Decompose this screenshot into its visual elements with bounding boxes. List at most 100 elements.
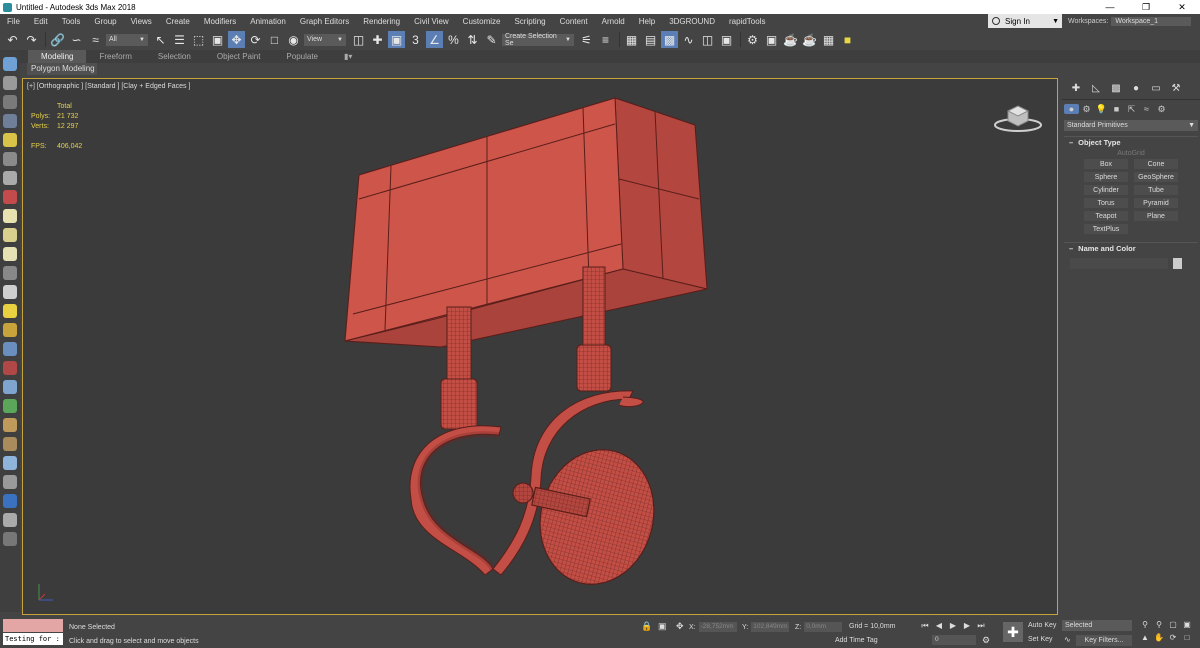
document-icon[interactable] xyxy=(3,513,17,527)
motion-tab-icon[interactable]: ● xyxy=(1126,83,1146,94)
keyboard-shortcut-override-icon[interactable]: ▣ xyxy=(388,31,405,48)
torus-button[interactable]: Torus xyxy=(1084,198,1128,208)
cone-button[interactable]: Cone xyxy=(1134,159,1178,169)
angle-snap-icon[interactable]: ∠ xyxy=(426,31,443,48)
isolate-selection-icon[interactable]: ▣ xyxy=(658,621,667,632)
name-and-color-rollout[interactable]: – Name and Color xyxy=(1064,242,1198,254)
display-tab-icon[interactable]: ▭ xyxy=(1146,83,1166,94)
zoom-icon[interactable]: ⚲ xyxy=(1138,620,1152,629)
paint-icon[interactable] xyxy=(3,361,17,375)
xref-icon[interactable] xyxy=(3,152,17,166)
plane-button[interactable]: Plane xyxy=(1134,211,1178,221)
autogrid-checkbox[interactable]: AutoGrid xyxy=(1062,150,1200,157)
menu-content[interactable]: Content xyxy=(553,14,595,29)
menu-views[interactable]: Views xyxy=(124,14,159,29)
tab-object-paint[interactable]: Object Paint xyxy=(204,50,274,63)
window-crossing-icon[interactable]: ▣ xyxy=(209,31,226,48)
schematic-view-icon[interactable]: ◫ xyxy=(699,31,716,48)
menu-edit[interactable]: Edit xyxy=(27,14,55,29)
dome-light-icon[interactable] xyxy=(3,228,17,242)
add-time-tag[interactable]: Add Time Tag xyxy=(835,637,878,644)
next-frame-icon[interactable]: ▶ xyxy=(960,621,974,631)
utilities-tab-icon[interactable]: ⚒ xyxy=(1166,83,1186,94)
menu-animation[interactable]: Animation xyxy=(243,14,293,29)
container-icon[interactable] xyxy=(3,114,17,128)
z-field[interactable]: 0,0mm xyxy=(804,622,843,632)
auto-key-button[interactable]: Auto Key xyxy=(1028,620,1056,631)
previous-frame-icon[interactable]: ◀ xyxy=(932,621,946,631)
unlink-icon[interactable]: ∽ xyxy=(68,31,85,48)
zoom-extents-icon[interactable]: ▢ xyxy=(1166,620,1180,629)
geometry-icon[interactable]: ● xyxy=(1064,104,1079,114)
hierarchy-tab-icon[interactable]: ▩ xyxy=(1106,83,1126,94)
menu-rendering[interactable]: Rendering xyxy=(356,14,407,29)
select-and-place-icon[interactable]: ◉ xyxy=(285,31,302,48)
key-filters-button[interactable]: Key Filters... xyxy=(1076,635,1132,646)
rectangular-selection-icon[interactable]: ⬚ xyxy=(190,31,207,48)
shape-icon[interactable] xyxy=(3,209,17,223)
menu-group[interactable]: Group xyxy=(87,14,123,29)
wrench-icon[interactable] xyxy=(3,418,17,432)
textplus-button[interactable]: TextPlus xyxy=(1084,224,1128,234)
scene-explorer-icon[interactable]: ▦ xyxy=(623,31,640,48)
mirror-icon[interactable]: ⚟ xyxy=(578,31,595,48)
layer-explorer-icon[interactable]: ▤ xyxy=(642,31,659,48)
maximize-viewport-icon[interactable]: □ xyxy=(1180,633,1194,642)
teapot-button[interactable]: Teapot xyxy=(1084,211,1128,221)
y-field[interactable]: 102,849mm xyxy=(751,622,790,632)
sphere-button[interactable]: Sphere xyxy=(1084,172,1128,182)
menu-arnold[interactable]: Arnold xyxy=(595,14,632,29)
tube-button[interactable]: Tube xyxy=(1134,185,1178,195)
geosphere-button[interactable]: GeoSphere xyxy=(1134,172,1178,182)
hair-icon[interactable] xyxy=(3,342,17,356)
render-cloud-icon[interactable]: ■ xyxy=(839,31,856,48)
set-key-button[interactable]: Set Key xyxy=(1028,634,1056,645)
render-iterative-icon[interactable]: ☕ xyxy=(801,31,818,48)
zoom-all-icon[interactable]: ⚲ xyxy=(1152,620,1166,629)
pivot-center-icon[interactable]: ◫ xyxy=(350,31,367,48)
menu-create[interactable]: Create xyxy=(159,14,197,29)
render-production-icon[interactable]: ☕ xyxy=(782,31,799,48)
tab-freeform[interactable]: Freeform xyxy=(86,50,144,63)
space-warps-icon[interactable]: ≈ xyxy=(1139,104,1154,114)
maxscript-input[interactable]: Testing for : xyxy=(3,633,63,645)
sphere-light-icon[interactable] xyxy=(3,247,17,261)
teapot-icon[interactable] xyxy=(3,323,17,337)
maxscript-listener[interactable] xyxy=(3,619,63,632)
snaps-toggle-icon[interactable]: 3 xyxy=(407,31,424,48)
create-selection-icon[interactable] xyxy=(3,57,17,71)
help-icon[interactable] xyxy=(3,532,17,546)
time-configuration-icon[interactable]: ⚙ xyxy=(982,635,990,646)
select-and-move-icon[interactable]: ✥ xyxy=(228,31,245,48)
curve-editor-icon[interactable]: ∿ xyxy=(680,31,697,48)
material-editor-icon[interactable]: ▣ xyxy=(718,31,735,48)
reference-coordinate-dropdown[interactable]: View ▼ xyxy=(304,33,346,46)
layers-icon[interactable] xyxy=(3,95,17,109)
systems-icon[interactable]: ⚙ xyxy=(1154,104,1169,115)
cylinder-button[interactable]: Cylinder xyxy=(1084,185,1128,195)
current-frame-field[interactable]: 0 xyxy=(932,635,976,645)
tab-modeling[interactable]: Modeling xyxy=(28,50,87,63)
biped-icon[interactable] xyxy=(3,171,17,185)
sconce-model[interactable] xyxy=(23,79,1058,615)
menu-file[interactable]: File xyxy=(0,14,27,29)
ribbon-panel-polygon-modeling[interactable]: Polygon Modeling xyxy=(27,63,97,75)
x-field[interactable]: -28,752mm xyxy=(698,622,737,632)
primitive-category-dropdown[interactable]: Standard Primitives ▼ xyxy=(1064,120,1198,131)
close-icon[interactable]: ✕ xyxy=(1164,0,1200,14)
select-by-name-icon[interactable]: ☰ xyxy=(171,31,188,48)
shapes-icon[interactable]: ⚙ xyxy=(1079,104,1094,115)
absolute-mode-icon[interactable]: ✥ xyxy=(676,621,684,632)
object-color-swatch[interactable] xyxy=(1173,258,1182,269)
spinner-snap-icon[interactable]: ⇅ xyxy=(464,31,481,48)
menu-3dground[interactable]: 3DGROUND xyxy=(662,14,722,29)
light-icon[interactable] xyxy=(3,133,17,147)
grass-icon[interactable] xyxy=(3,399,17,413)
goto-end-icon[interactable]: ⏭ xyxy=(974,621,988,631)
pyramid-button[interactable]: Pyramid xyxy=(1134,198,1178,208)
field-of-view-icon[interactable]: ▲ xyxy=(1138,633,1152,642)
tab-selection[interactable]: Selection xyxy=(145,50,204,63)
maximize-icon[interactable]: ❐ xyxy=(1128,0,1164,14)
sphere-icon[interactable] xyxy=(3,456,17,470)
render-gallery-icon[interactable]: ▦ xyxy=(820,31,837,48)
